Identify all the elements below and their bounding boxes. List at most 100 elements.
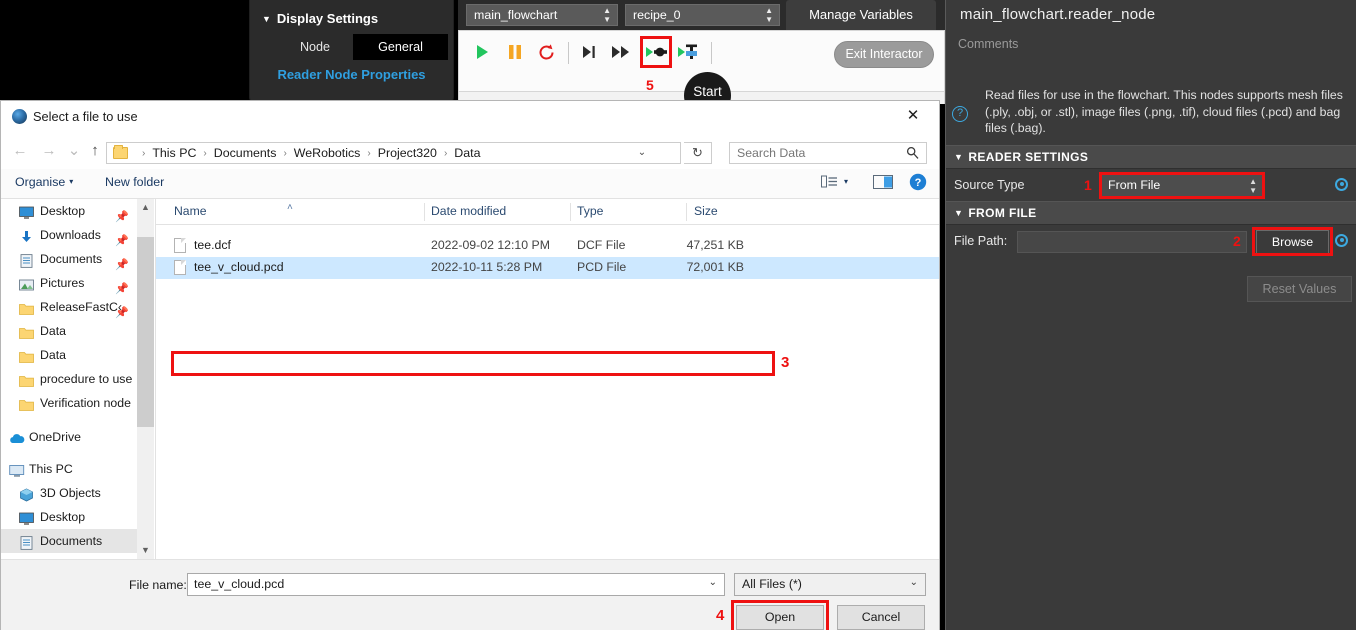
- caret-down-icon: ▼: [262, 14, 271, 24]
- up-icon[interactable]: ↑: [84, 142, 106, 162]
- refresh-icon[interactable]: ↻: [684, 142, 712, 164]
- close-icon[interactable]: ✕: [891, 101, 935, 131]
- display-settings-label: Display Settings: [276, 11, 379, 26]
- annotation-number-3: 3: [781, 354, 790, 371]
- file-path-reset-dot[interactable]: [1335, 233, 1348, 247]
- file-date-modified: 2022-09-02 12:10 PM: [431, 238, 550, 252]
- nav-item-releasefastc[interactable]: ReleaseFastC‹ 📌: [1, 295, 137, 319]
- chevron-down-icon[interactable]: ⌄: [910, 577, 918, 588]
- column-divider[interactable]: [686, 203, 687, 221]
- nav-item-pictures[interactable]: Pictures 📌: [1, 271, 137, 295]
- reset-values-button[interactable]: Reset Values: [1247, 276, 1352, 302]
- search-input[interactable]: Search Data: [729, 142, 927, 164]
- breadcrumb-item-project320[interactable]: Project320: [378, 146, 437, 160]
- nav-item-data-2[interactable]: Data: [1, 343, 137, 367]
- dialog-navbar: ← → ⌄ ↑ › This PC › Documents › WeRobotics › Pr…: [1, 133, 939, 169]
- column-header-name[interactable]: Name ˄: [174, 202, 293, 218]
- scroll-down-icon[interactable]: ▼: [137, 542, 154, 559]
- nav-item-label: Desktop: [40, 204, 86, 218]
- source-type-reset-dot[interactable]: [1335, 177, 1348, 191]
- column-headers: Name ˄ Date modified Type Size: [156, 199, 939, 225]
- back-icon[interactable]: ←: [9, 142, 31, 162]
- dialog-titlebar: Select a file to use ✕: [1, 101, 939, 133]
- nav-item-label: Data: [40, 324, 66, 338]
- file-name-input[interactable]: tee_v_cloud.pcd ⌄: [187, 573, 725, 596]
- help-icon[interactable]: ?: [952, 106, 968, 122]
- file-type-value: All Files (*): [742, 577, 802, 591]
- caret-down-icon[interactable]: ▾: [844, 177, 848, 186]
- table-row[interactable]: tee_v_cloud.pcd 2022-10-11 5:28 PM PCD F…: [156, 257, 939, 279]
- fast-forward-icon[interactable]: [611, 43, 633, 66]
- nav-item-desktop[interactable]: Desktop 📌: [1, 199, 137, 223]
- recent-locations-icon[interactable]: ⌄: [63, 142, 85, 162]
- file-path-input[interactable]: [1017, 230, 1247, 253]
- column-header-size[interactable]: Size: [694, 204, 718, 218]
- table-row[interactable]: tee.dcf 2022-09-02 12:10 PM DCF File 47,…: [156, 235, 939, 257]
- file-name: tee_v_cloud.pcd: [194, 260, 284, 274]
- breadcrumb-item-this-pc[interactable]: This PC: [152, 146, 196, 160]
- cancel-button[interactable]: Cancel: [837, 605, 925, 630]
- dialog-body: Desktop 📌 Downloads 📌 Documents 📌 Pictur…: [1, 199, 939, 559]
- nav-item-label: Documents: [40, 252, 103, 266]
- scroll-up-icon[interactable]: ▲: [137, 199, 154, 216]
- nav-item-documents-2[interactable]: Documents: [1, 529, 137, 553]
- run-to-breakpoint-icon[interactable]: [677, 43, 701, 66]
- file-size: 47,251 KB: [686, 238, 744, 252]
- breadcrumb-item-data[interactable]: Data: [454, 146, 480, 160]
- exit-interactor-button[interactable]: Exit Interactor: [834, 41, 934, 68]
- column-divider[interactable]: [424, 203, 425, 221]
- section-header-reader-settings[interactable]: ▼ READER SETTINGS: [946, 144, 1356, 169]
- tab-general[interactable]: General: [353, 34, 448, 60]
- column-divider[interactable]: [570, 203, 571, 221]
- comments-field[interactable]: Comments: [946, 37, 1356, 83]
- pause-icon[interactable]: [506, 43, 524, 66]
- toolbar-divider: [568, 42, 569, 64]
- caret-down-icon: ▼: [954, 207, 964, 218]
- nav-item-3d-objects[interactable]: 3D Objects: [1, 481, 137, 505]
- flowchart-select[interactable]: main_flowchart ▲ ▼: [466, 4, 618, 26]
- reader-node-properties-link[interactable]: Reader Node Properties: [250, 60, 453, 82]
- address-bar[interactable]: › This PC › Documents › WeRobotics › Project320…: [106, 142, 681, 164]
- nav-item-data-1[interactable]: Data: [1, 319, 137, 343]
- column-header-type[interactable]: Type: [577, 204, 603, 218]
- reload-icon[interactable]: [537, 43, 556, 67]
- manage-variables-button[interactable]: Manage Variables: [786, 0, 936, 30]
- onedrive-icon: [9, 430, 25, 444]
- column-header-date-modified[interactable]: Date modified: [431, 204, 506, 218]
- navigation-pane-scrollbar[interactable]: ▲ ▼: [137, 199, 154, 559]
- organise-label: Organise: [15, 175, 66, 189]
- nav-item-procedure-to-use[interactable]: procedure to use: [1, 367, 137, 391]
- play-icon[interactable]: [473, 43, 491, 66]
- nav-item-desktop-2[interactable]: Desktop: [1, 505, 137, 529]
- preview-pane-icon[interactable]: [873, 174, 893, 195]
- help-icon[interactable]: ?: [909, 173, 927, 196]
- nav-item-onedrive[interactable]: OneDrive: [1, 425, 137, 449]
- annotation-number-2: 2: [1233, 232, 1241, 249]
- nav-item-downloads[interactable]: Downloads 📌: [1, 223, 137, 247]
- folder-icon: [19, 396, 34, 411]
- step-next-icon[interactable]: [580, 43, 598, 66]
- tab-node[interactable]: Node: [280, 34, 350, 60]
- recipe-select[interactable]: recipe_0 ▲ ▼: [625, 4, 780, 26]
- scrollbar-thumb[interactable]: [137, 237, 154, 427]
- source-type-label: Source Type: [954, 177, 1025, 192]
- desktop-icon: [19, 204, 34, 219]
- file-name-value: tee_v_cloud.pcd: [194, 577, 285, 591]
- organise-menu[interactable]: Organise ▾: [15, 175, 73, 189]
- new-folder-button[interactable]: New folder: [105, 175, 164, 189]
- chevron-down-icon[interactable]: ⌄: [630, 143, 654, 163]
- annotation-box-run-to-node: [640, 36, 672, 68]
- list-view-icon[interactable]: [821, 174, 839, 196]
- section-header-from-file[interactable]: ▼ FROM FILE: [946, 200, 1356, 225]
- forward-icon[interactable]: →: [38, 142, 60, 162]
- breadcrumb-item-werobotics[interactable]: WeRobotics: [294, 146, 361, 160]
- file-type-select[interactable]: All Files (*) ⌄: [734, 573, 926, 596]
- chevron-down-icon[interactable]: ⌄: [709, 577, 717, 588]
- breadcrumb-item-documents[interactable]: Documents: [214, 146, 277, 160]
- display-settings-title[interactable]: ▼ Display Settings: [250, 0, 453, 26]
- selector-bar: main_flowchart ▲ ▼ recipe_0 ▲ ▼ Manage Var…: [458, 0, 945, 30]
- nav-item-this-pc[interactable]: This PC: [1, 457, 137, 481]
- display-settings-panel: ▼ Display Settings Node General Reader No…: [250, 0, 453, 103]
- nav-item-documents[interactable]: Documents 📌: [1, 247, 137, 271]
- nav-item-verification-node[interactable]: Verification node: [1, 391, 137, 415]
